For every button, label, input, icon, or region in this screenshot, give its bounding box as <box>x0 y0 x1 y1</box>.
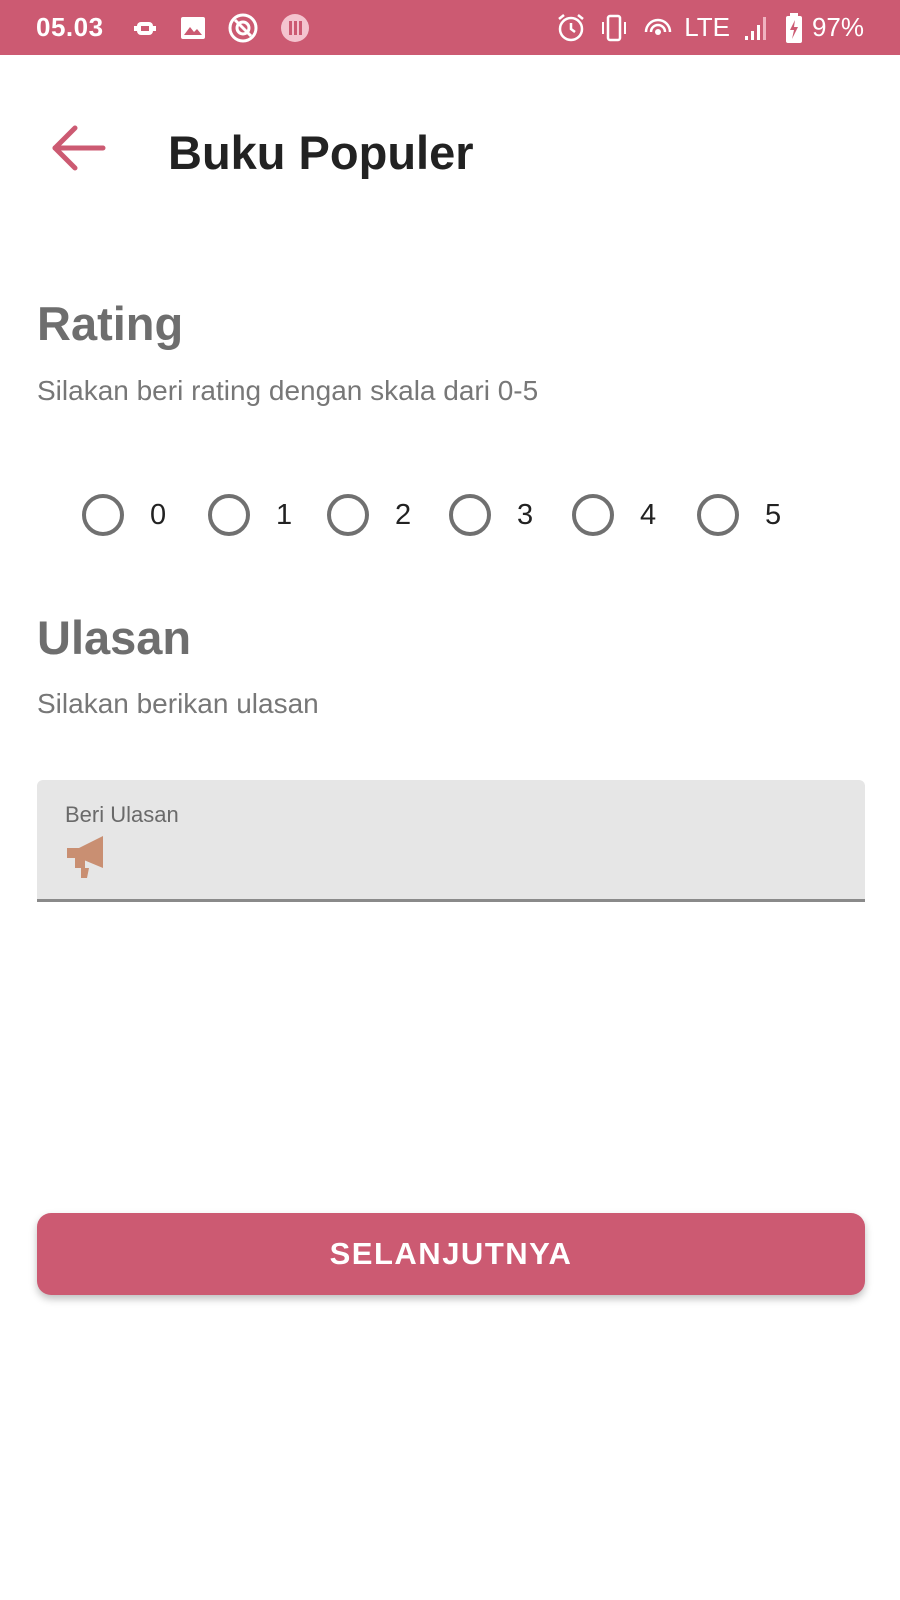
radio-label: 3 <box>517 498 534 531</box>
review-title: Ulasan <box>37 611 192 664</box>
vibrate-icon <box>600 13 628 43</box>
radio-button[interactable] <box>327 494 369 536</box>
status-right: LTE 97% <box>542 12 864 44</box>
radio-button[interactable] <box>449 494 491 536</box>
radio-label: 1 <box>276 498 293 531</box>
radio-button[interactable] <box>82 494 124 536</box>
rating-option-0[interactable]: 0 <box>82 485 166 545</box>
app-bar: Buku Populer <box>0 55 900 255</box>
status-bar: 05.03 LTE 97% <box>0 0 900 55</box>
network-type: LTE <box>684 12 730 42</box>
alarm-icon <box>556 13 586 43</box>
page-title: Buku Populer <box>168 126 474 179</box>
megaphone-icon <box>65 834 109 880</box>
review-input[interactable]: Beri Ulasan <box>37 780 865 902</box>
rating-description: Silakan beri rating dengan skala dari 0-… <box>37 375 539 406</box>
radio-button[interactable] <box>572 494 614 536</box>
android-debug-icon <box>132 15 158 41</box>
radio-label: 5 <box>765 498 782 531</box>
rating-option-5[interactable]: 5 <box>697 485 781 545</box>
rating-radio-group: 0 1 2 3 4 5 <box>0 485 900 545</box>
battery-percent: 97% <box>811 12 864 42</box>
radio-button[interactable] <box>208 494 250 536</box>
hotspot-icon <box>642 14 674 42</box>
rating-title: Rating <box>37 297 184 350</box>
signal-icon <box>744 14 770 42</box>
arrow-back-icon <box>51 125 107 171</box>
radio-label: 4 <box>640 498 657 531</box>
radio-label: 0 <box>150 498 167 531</box>
radio-label: 2 <box>395 498 412 531</box>
review-field-label: Beri Ulasan <box>65 802 179 827</box>
status-left: 05.03 <box>36 12 332 43</box>
rating-option-3[interactable]: 3 <box>449 485 533 545</box>
media-app-icon <box>280 13 310 43</box>
radio-button[interactable] <box>697 494 739 536</box>
blocked-app-icon <box>228 13 258 43</box>
next-button[interactable]: SELANJUTNYA <box>37 1213 865 1295</box>
rating-option-1[interactable]: 1 <box>208 485 292 545</box>
battery-charging-icon <box>784 12 804 44</box>
back-button[interactable] <box>44 121 114 175</box>
review-description: Silakan berikan ulasan <box>37 688 319 719</box>
status-time: 05.03 <box>36 12 104 42</box>
rating-option-2[interactable]: 2 <box>327 485 411 545</box>
image-icon <box>180 15 206 41</box>
rating-option-4[interactable]: 4 <box>572 485 656 545</box>
